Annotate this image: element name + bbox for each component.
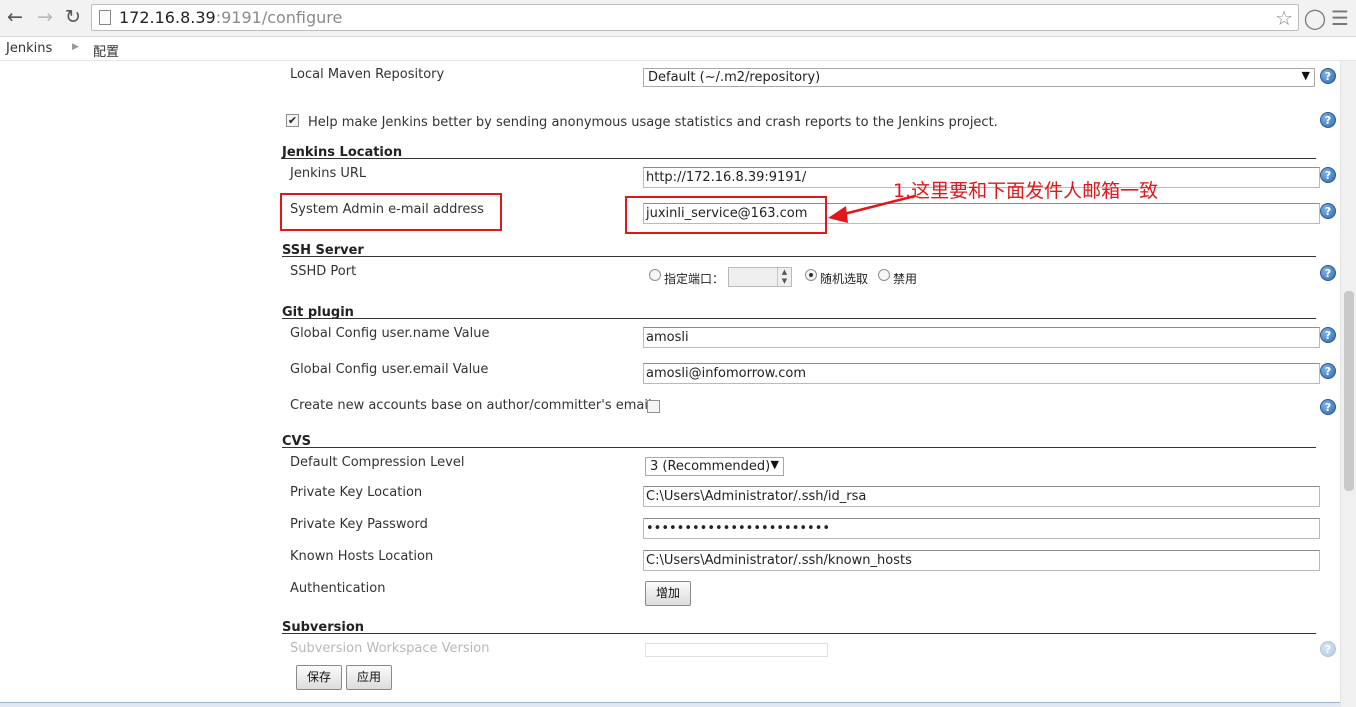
key-location-label: Private Key Location <box>290 485 423 500</box>
jenkins-url-label: Jenkins URL <box>290 166 367 181</box>
help-icon[interactable]: ? <box>1320 363 1336 379</box>
radio-random-port[interactable] <box>805 269 817 281</box>
scrollbar[interactable] <box>1340 61 1356 707</box>
address-bar[interactable]: 172.16.8.39:9191/configure ☆ <box>91 4 1299 31</box>
menu-icon[interactable]: ☰ <box>1328 6 1352 30</box>
scrollbar-thumb[interactable] <box>1344 291 1354 491</box>
maven-select-value: Default (~/.m2/repository) <box>648 70 821 85</box>
section-divider <box>282 318 1316 319</box>
help-icon[interactable]: ? <box>1320 203 1336 219</box>
page-icon <box>99 10 111 25</box>
section-divider <box>282 633 1316 634</box>
git-name-input[interactable]: amosli <box>643 327 1320 348</box>
port-spinner[interactable]: ▲ ▼ <box>728 267 792 287</box>
help-icon[interactable]: ? <box>1320 112 1336 128</box>
create-accounts-label: Create new accounts base on author/commi… <box>290 398 652 413</box>
back-button[interactable]: ← <box>4 6 26 28</box>
section-divider <box>282 447 1316 448</box>
breadcrumb-jenkins[interactable]: Jenkins <box>6 41 52 56</box>
known-hosts-label: Known Hosts Location <box>290 549 434 564</box>
url-host: 172.16.8.39 <box>119 8 216 27</box>
help-icon[interactable]: ? <box>1320 68 1336 84</box>
compression-select-value: 3 (Recommended) <box>650 459 771 474</box>
help-icon[interactable]: ? <box>1320 265 1336 281</box>
breadcrumb: Jenkins ▶ 配置 <box>0 37 1356 61</box>
known-hosts-input[interactable]: C:\Users\Administrator/.ssh/known_hosts <box>643 550 1320 571</box>
compression-label: Default Compression Level <box>290 455 465 470</box>
star-icon[interactable]: ☆ <box>1275 6 1293 30</box>
add-authentication-button[interactable]: 增加 <box>645 581 691 606</box>
annotation-text: 1.这里要和下面发件人邮箱一致 <box>893 180 1159 202</box>
git-email-label: Global Config user.email Value <box>290 362 489 377</box>
maven-label: Local Maven Repository <box>290 67 445 82</box>
workspace-version-select[interactable] <box>645 643 828 657</box>
help-icon[interactable]: ? <box>1320 641 1336 657</box>
spinner-arrows-icon[interactable]: ▲ ▼ <box>777 268 791 286</box>
key-password-input[interactable]: •••••••••••••••••••••••• <box>643 518 1320 539</box>
highlight-box-label <box>280 193 502 231</box>
sshd-port-label: SSHD Port <box>290 264 357 279</box>
apply-button[interactable]: 应用 <box>346 665 392 690</box>
chevron-down-icon: ▼ <box>770 458 779 471</box>
radio-random-port-label: 随机选取 <box>820 272 869 286</box>
workspace-version-label: Subversion Workspace Version <box>290 641 490 656</box>
radio-fixed-port-label: 指定端口： <box>664 272 725 286</box>
radio-fixed-port[interactable] <box>649 269 661 281</box>
usage-stats-label: Help make Jenkins better by sending anon… <box>308 115 998 130</box>
git-email-input[interactable]: amosli@infomorrow.com <box>643 363 1320 384</box>
key-location-input[interactable]: C:\Users\Administrator/.ssh/id_rsa <box>643 486 1320 507</box>
extension-icon[interactable]: ◯ <box>1303 6 1327 30</box>
maven-select[interactable]: Default (~/.m2/repository) ▼ <box>643 68 1315 87</box>
arrow-left-icon: ← <box>7 6 23 28</box>
usage-stats-checkbox[interactable]: ✔ <box>286 114 299 127</box>
breadcrumb-separator-icon: ▶ <box>72 42 79 52</box>
create-accounts-checkbox[interactable] <box>647 400 660 413</box>
section-divider <box>282 158 1316 159</box>
taskbar <box>0 702 1340 707</box>
radio-disable-port[interactable] <box>878 269 890 281</box>
reload-icon: ↻ <box>65 6 81 28</box>
breadcrumb-configure[interactable]: 配置 <box>93 41 119 60</box>
url-text: 172.16.8.39:9191/configure <box>119 8 342 27</box>
chevron-down-icon: ▼ <box>1301 69 1310 82</box>
compression-select[interactable]: 3 (Recommended) ▼ <box>645 457 784 476</box>
save-button[interactable]: 保存 <box>296 665 342 690</box>
reload-button[interactable]: ↻ <box>62 6 84 28</box>
url-path: :9191/configure <box>215 8 343 27</box>
arrow-right-icon: → <box>37 6 53 28</box>
help-icon[interactable]: ? <box>1320 167 1336 183</box>
highlight-box-email <box>625 196 827 234</box>
section-divider <box>282 256 1316 257</box>
help-icon[interactable]: ? <box>1320 327 1336 343</box>
help-icon[interactable]: ? <box>1320 399 1336 415</box>
forward-button[interactable]: → <box>34 6 56 28</box>
key-password-label: Private Key Password <box>290 517 428 532</box>
authentication-label: Authentication <box>290 581 386 596</box>
browser-toolbar: ← → ↻ 172.16.8.39:9191/configure ☆ ◯ ☰ <box>0 0 1356 37</box>
git-name-label: Global Config user.name Value <box>290 326 490 341</box>
radio-disable-port-label: 禁用 <box>893 272 918 286</box>
